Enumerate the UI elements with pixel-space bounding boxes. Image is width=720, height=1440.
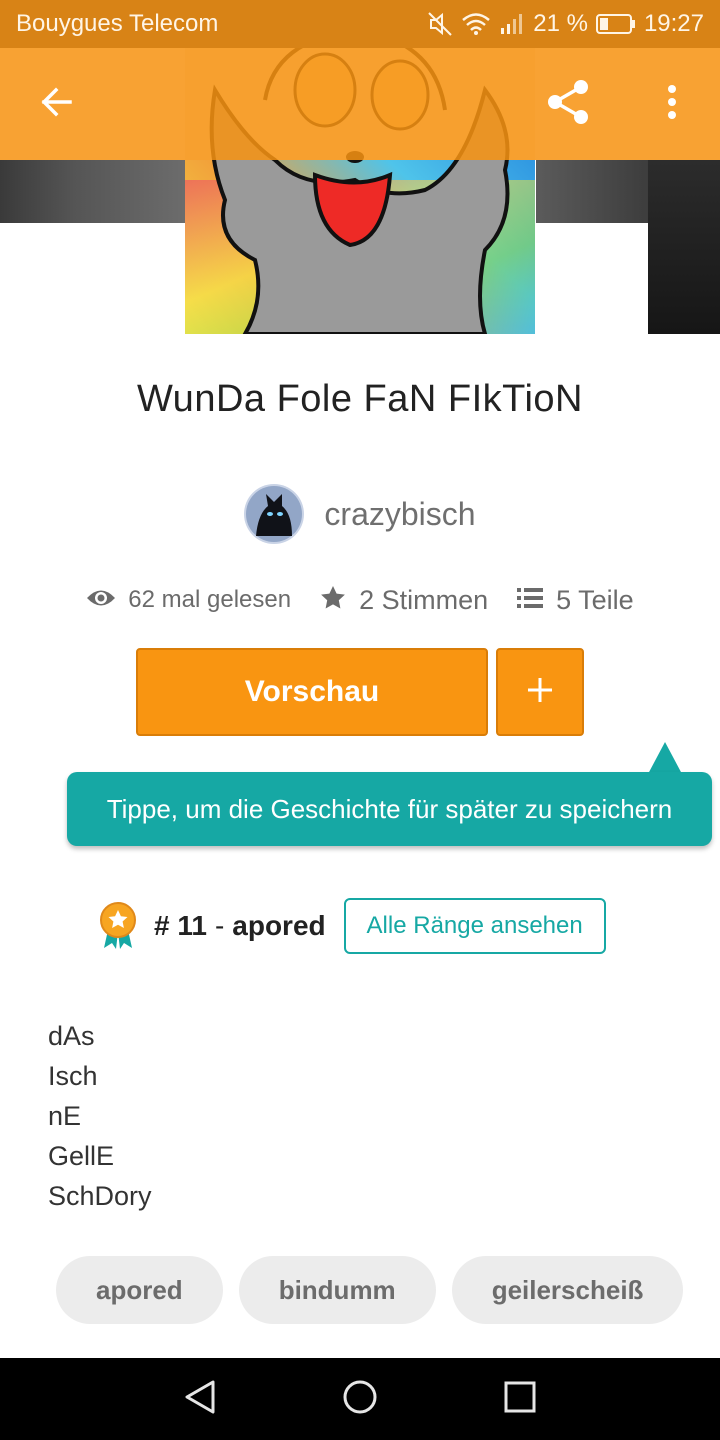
author-row[interactable]: crazybisch	[0, 484, 720, 544]
stat-reads: 62 mal gelesen	[86, 586, 291, 614]
story-title: WunDa Fole FaN FIkTioN	[137, 378, 583, 420]
tooltip-arrow	[648, 742, 682, 774]
parts-count: 5 Teile	[556, 584, 634, 615]
triangle-back-icon	[183, 1379, 217, 1420]
more-vertical-icon	[666, 84, 678, 125]
back-button[interactable]	[24, 48, 88, 160]
status-icons: 21 % 19:27	[427, 10, 704, 38]
cover-image-far[interactable]	[648, 160, 720, 334]
reads-count: 62 mal gelesen	[128, 586, 292, 613]
star-icon	[319, 584, 347, 617]
description-line: SchDory	[48, 1181, 152, 1211]
rank-number: # 11	[154, 910, 207, 941]
nav-home-button[interactable]	[320, 1358, 400, 1440]
share-icon	[543, 77, 593, 132]
votes-count: 2 Stimmen	[359, 584, 489, 615]
mute-icon	[427, 11, 453, 37]
tag-chip[interactable]: geilerscheiß	[451, 1256, 684, 1324]
status-bar: Bouygues Telecom 21 % 19:27	[0, 0, 720, 48]
rank-tag: apored	[232, 910, 326, 941]
preview-button[interactable]: Vorschau	[136, 648, 488, 736]
list-icon	[516, 586, 544, 615]
carrier-name: Bouygues Telecom	[16, 10, 219, 37]
action-row: Vorschau	[136, 648, 584, 736]
system-navigation-bar	[0, 1358, 720, 1440]
share-button[interactable]	[536, 48, 600, 160]
more-options-button[interactable]	[648, 48, 696, 160]
author-name[interactable]: crazybisch	[324, 496, 475, 533]
rank-row: # 11 - apored Alle Ränge ansehen	[98, 898, 606, 954]
avatar[interactable]	[244, 484, 305, 544]
story-description: dAs Isch nE GellE SchDory	[48, 1016, 152, 1216]
nav-back-button[interactable]	[160, 1358, 240, 1440]
description-line: dAs	[48, 1021, 95, 1051]
tag-chip[interactable]: bindumm	[238, 1256, 436, 1324]
tag-chip[interactable]: apored	[56, 1256, 223, 1324]
eye-icon	[86, 587, 116, 614]
wifi-icon	[461, 12, 491, 36]
rank-separator: -	[214, 910, 225, 941]
rank-label: # 11 - apored	[154, 910, 326, 942]
cover-image-next[interactable]	[536, 160, 648, 223]
description-line: nE	[48, 1101, 82, 1131]
story-stats: 62 mal gelesen 2 Stimmen 5 Teile	[0, 578, 720, 622]
cover-image-previous[interactable]	[0, 160, 185, 223]
add-to-library-button[interactable]	[496, 648, 584, 736]
plus-icon	[525, 675, 555, 710]
description-line: Isch	[48, 1061, 98, 1091]
stat-votes: 2 Stimmen	[319, 584, 488, 617]
battery-icon	[595, 13, 636, 35]
ribbon-badge-icon	[98, 902, 138, 950]
clock: 19:27	[643, 10, 704, 37]
save-tooltip[interactable]: Tippe, um die Geschichte für später zu s…	[67, 772, 712, 846]
tags-list[interactable]: apored bindumm geilerscheiß	[56, 1256, 688, 1324]
toolbar	[0, 48, 720, 160]
description-line: GellE	[48, 1141, 115, 1171]
signal-icon	[499, 12, 525, 36]
arrow-left-icon	[38, 84, 74, 125]
battery-percent: 21 %	[533, 10, 588, 37]
stat-parts: 5 Teile	[516, 585, 634, 616]
nav-recents-button[interactable]	[480, 1358, 560, 1440]
circle-home-icon	[342, 1379, 378, 1420]
all-ranks-button[interactable]: Alle Ränge ansehen	[343, 898, 606, 954]
square-recents-icon	[504, 1381, 536, 1418]
